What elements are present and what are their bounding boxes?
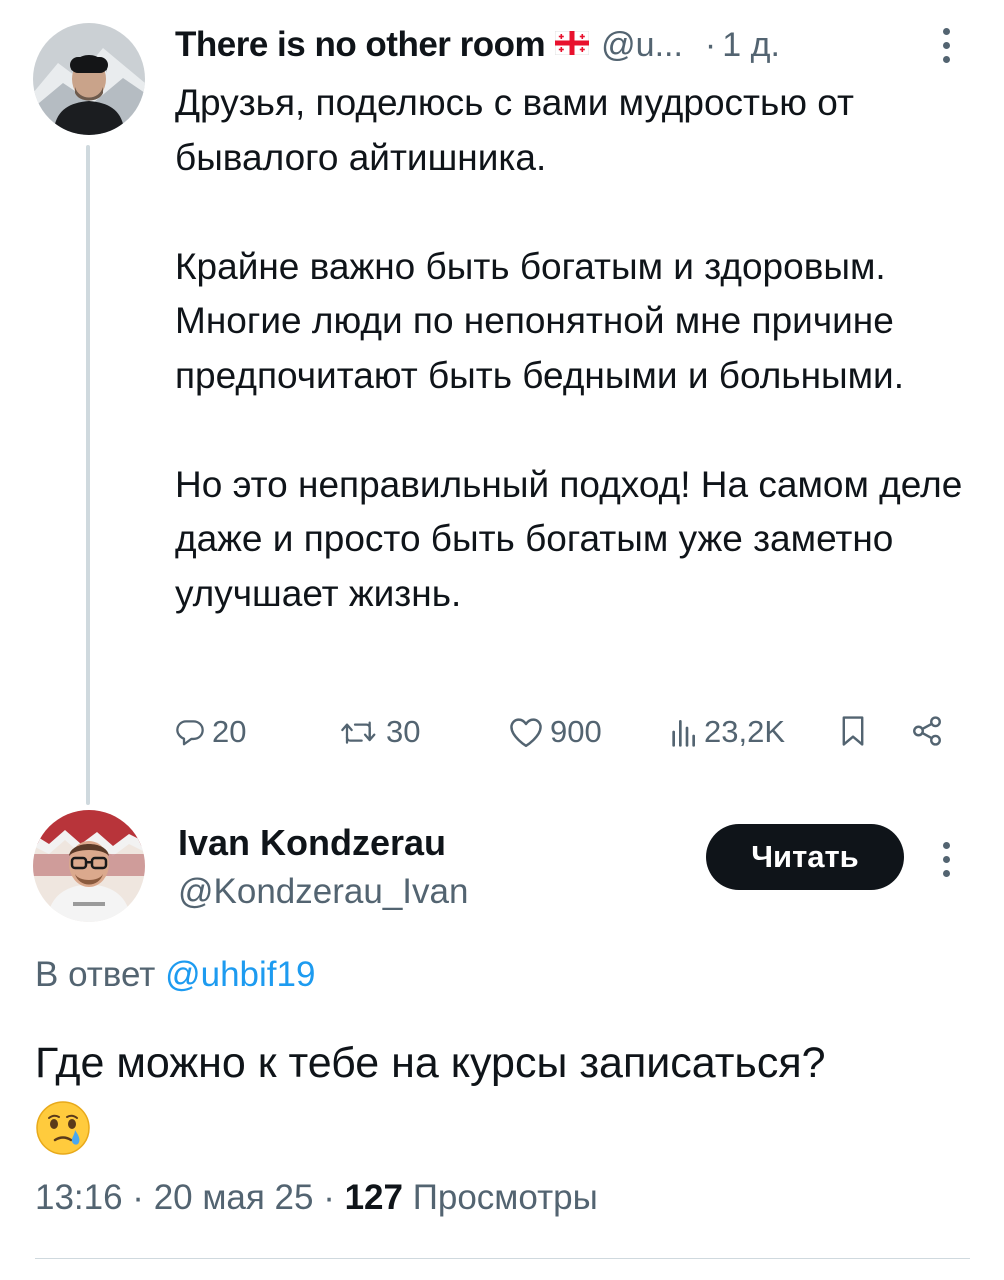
parent-tweet-time[interactable]: 1 д.	[722, 26, 780, 65]
views-icon	[672, 720, 695, 747]
parent-paragraph: Крайне важно быть богатым и здоровым. Мн…	[175, 245, 904, 396]
bookmark-icon	[842, 716, 864, 746]
parent-paragraph: Но это неправильный подход! На самом дел…	[175, 463, 963, 614]
parent-author-name[interactable]: There is no other room	[175, 25, 546, 65]
georgia-flag-icon	[554, 30, 590, 60]
reply-author-avatar[interactable]	[33, 810, 145, 922]
retweet-count: 30	[386, 714, 421, 749]
reply-context: В ответ @uhbif19	[35, 955, 315, 995]
parent-author-handle[interactable]: @u...	[601, 26, 683, 65]
reply-count: 20	[212, 714, 247, 749]
face-holding-back-tears-emoji-icon	[35, 1100, 975, 1173]
parent-paragraph: Друзья, поделюсь с вами мудростью от быв…	[175, 82, 855, 178]
reply-prefix: В ответ	[35, 955, 156, 994]
retweet-icon	[341, 721, 376, 744]
parent-author-avatar[interactable]	[33, 23, 145, 135]
reply-views-label: Просмотры	[403, 1178, 598, 1217]
reply-timestamp[interactable]: 13:16 · 20 мая 25 ·	[35, 1178, 345, 1217]
reply-more-icon[interactable]	[942, 842, 952, 884]
reply-mention-link[interactable]: @uhbif19	[165, 955, 315, 994]
share-button[interactable]	[910, 714, 944, 748]
header-separator: ·	[704, 25, 717, 64]
views-button[interactable]: 23,2K	[668, 714, 785, 750]
retweet-button[interactable]: 30	[338, 714, 420, 750]
parent-tweet-text: Друзья, поделюсь с вами мудростью от быв…	[175, 76, 975, 621]
reply-tweet-meta: 13:16 · 20 мая 25 · 127 Просмотры	[35, 1178, 598, 1218]
like-count: 900	[550, 714, 602, 749]
parent-more-icon[interactable]	[942, 28, 952, 70]
thread-connector-line	[86, 145, 90, 805]
follow-button[interactable]: Читать	[706, 824, 904, 890]
reply-icon	[176, 720, 204, 746]
parent-tweet-header: There is no other room @u... · 1 д.	[175, 22, 780, 68]
parent-action-bar: 20 30 900 23,2K	[0, 710, 1004, 756]
reply-author-handle[interactable]: @Kondzerau_Ivan	[178, 872, 468, 912]
reply-tweet-text: Где можно к тебе на курсы записаться?	[35, 1032, 975, 1173]
reply-views-count: 127	[344, 1178, 403, 1217]
reply-author-name[interactable]: Ivan Kondzerau	[178, 822, 446, 864]
like-button[interactable]: 900	[508, 714, 602, 750]
bookmark-button[interactable]	[838, 714, 868, 748]
reply-author-row: Ivan Kondzerau @Kondzerau_Ivan Читать	[0, 800, 1004, 940]
reply-button[interactable]: 20	[174, 714, 246, 750]
like-icon	[510, 718, 542, 748]
reply-text: Где можно к тебе на курсы записаться?	[35, 1039, 826, 1087]
share-icon	[913, 716, 941, 746]
views-count: 23,2K	[704, 714, 786, 749]
bottom-divider	[35, 1258, 970, 1259]
